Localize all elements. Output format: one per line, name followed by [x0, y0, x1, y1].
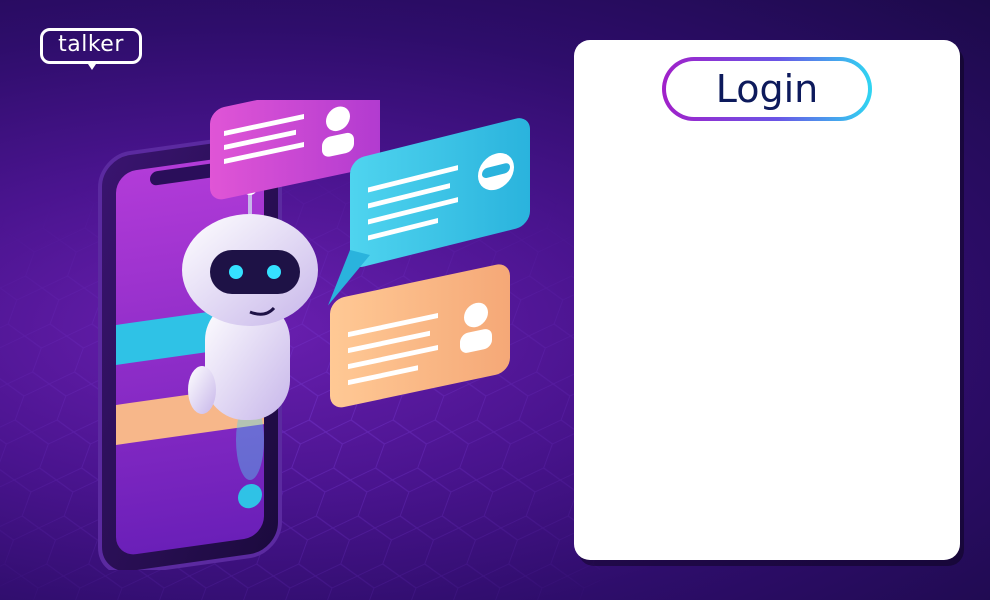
logo-text: talker	[40, 28, 142, 64]
chatbot-phone-illustration	[98, 100, 530, 570]
login-card: Login	[574, 40, 960, 560]
login-title-pill: Login	[662, 57, 872, 121]
chat-bubble-user-peach	[330, 264, 510, 408]
login-title: Login	[666, 61, 868, 117]
logo-speech-tail	[86, 61, 98, 70]
